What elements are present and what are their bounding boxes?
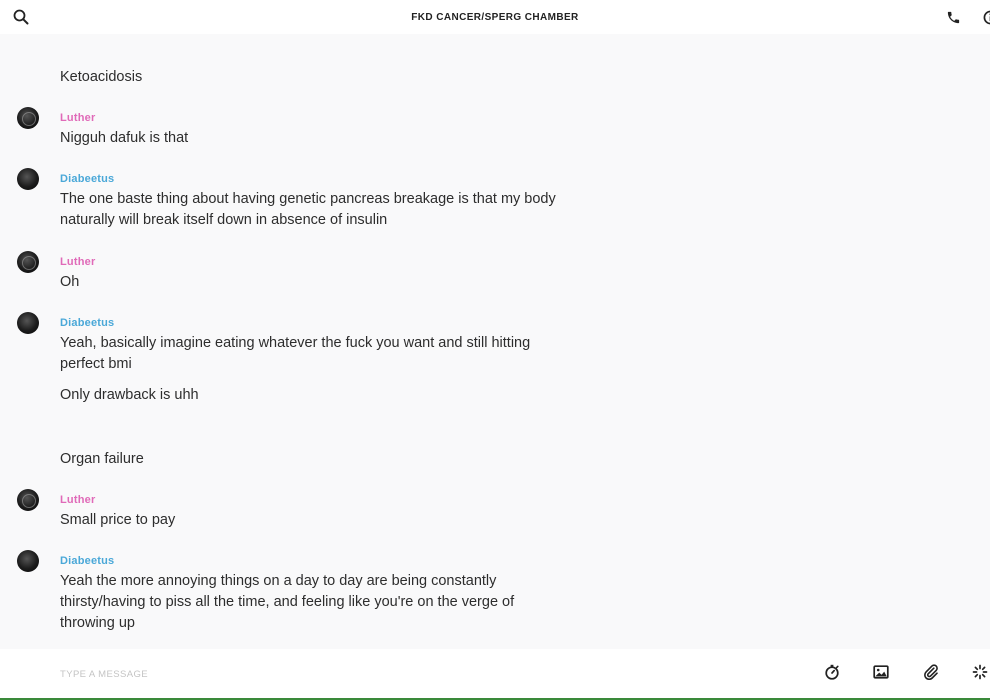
message-text: Oh [60, 274, 80, 290]
info-icon [983, 10, 990, 25]
avatar[interactable] [17, 312, 39, 334]
phone-icon [946, 10, 961, 25]
message-text: Only drawback is uhh [60, 387, 199, 403]
avatar[interactable] [17, 168, 39, 190]
paperclip-icon [923, 663, 939, 685]
message-text: Nigguh dafuk is that [60, 130, 189, 146]
image-button[interactable] [869, 662, 893, 686]
avatar[interactable] [17, 489, 39, 511]
sender-name[interactable]: Diabeetus [60, 555, 114, 567]
message-text: Yeah, basically imagine eating whatever … [60, 335, 531, 372]
avatar[interactable] [17, 550, 39, 572]
message-input[interactable] [60, 663, 760, 685]
message-text: Organ failure [60, 451, 144, 467]
timer-button[interactable] [820, 662, 844, 686]
sender-name[interactable]: Diabeetus [60, 317, 114, 329]
call-button[interactable] [938, 0, 968, 34]
search-button[interactable] [6, 0, 36, 34]
message-text: Ketoacidosis [60, 69, 143, 85]
message-composer [0, 649, 990, 700]
message-text: The one baste thing about having genetic… [60, 191, 556, 228]
sender-name[interactable]: Luther [60, 494, 95, 506]
chat-title: FKD CANCER/SPERG CHAMBER [411, 11, 579, 23]
image-icon [873, 664, 889, 685]
sender-name[interactable]: Luther [60, 112, 95, 124]
message-text: Small price to pay [60, 512, 176, 528]
sender-name[interactable]: Diabeetus [60, 173, 114, 185]
sparkle-icon [972, 664, 988, 685]
message-text: Yeah the more annoying things on a day t… [60, 573, 515, 631]
message-list[interactable]: Ketoacidosis Luther Nigguh dafuk is that… [0, 34, 990, 649]
avatar[interactable] [17, 251, 39, 273]
sparkle-button[interactable] [968, 662, 990, 686]
search-icon [13, 9, 29, 25]
info-button[interactable] [975, 0, 990, 34]
chat-header: FKD CANCER/SPERG CHAMBER [0, 0, 990, 34]
timer-icon [824, 664, 840, 685]
sender-name[interactable]: Luther [60, 256, 95, 268]
avatar[interactable] [17, 107, 39, 129]
attach-button[interactable] [919, 662, 943, 686]
